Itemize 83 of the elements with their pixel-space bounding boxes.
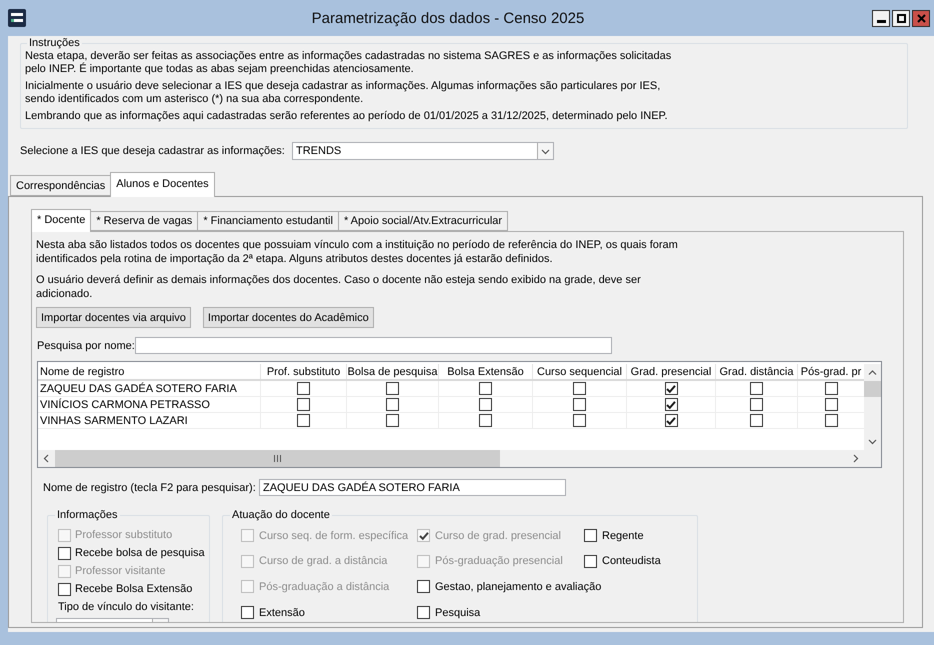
search-field[interactable] — [135, 337, 612, 354]
column-header[interactable]: Bolsa de pesquisa — [347, 364, 439, 379]
instruction-text: Inicialmente o usuário deve selecionar a IES que deseja cadastrar as informações. Algumas informações são particulares por IES, sendo identificados com um asterisco (*) na sua aba correspondente. — [25, 80, 662, 106]
close-button[interactable] — [912, 10, 930, 26]
description-text: O usuário deverá definir as demais informações dos docentes. Caso o docente não esteja sendo exibido na grade, deve ser adicionado. — [36, 273, 642, 301]
tab[interactable]: * Reserva de vagas — [90, 211, 198, 231]
checkbox[interactable] — [297, 382, 310, 395]
checkbox[interactable] — [750, 398, 763, 411]
maximize-button[interactable] — [892, 10, 910, 26]
tab[interactable]: Alunos e Docentes — [110, 172, 215, 197]
checkbox-label: Gestao, planejamento e avaliação — [435, 580, 602, 593]
checkbox-label: Professor visitante — [75, 565, 166, 577]
app-icon — [8, 9, 26, 27]
scrollbar-thumb[interactable] — [864, 381, 881, 397]
checkbox[interactable] — [664, 382, 678, 395]
checkbox[interactable] — [584, 529, 597, 542]
checkbox[interactable] — [573, 398, 586, 411]
dropdown-button[interactable] — [537, 143, 553, 159]
checkbox[interactable] — [664, 414, 678, 427]
checkbox[interactable] — [386, 398, 399, 411]
checkbox[interactable] — [386, 382, 399, 395]
import-button[interactable]: Importar docentes via arquivo — [36, 307, 191, 328]
import-button[interactable]: Importar docentes do Acadêmico — [202, 307, 374, 328]
table-cell: VINHAS SARMENTO LAZARI — [38, 413, 261, 428]
checkbox-label: Pesquisa — [435, 606, 480, 619]
checkbox[interactable] — [573, 414, 586, 427]
minimize-button[interactable] — [872, 10, 890, 26]
text-field[interactable]: ZAQUEU DAS GADÉA SOTERO FARIA — [259, 479, 566, 496]
checkbox[interactable] — [417, 606, 430, 620]
field-label: Tipo de vínculo do visitante: — [58, 601, 195, 614]
checkbox[interactable] — [584, 554, 597, 568]
tab[interactable]: Correspondências — [10, 175, 112, 196]
checkbox[interactable] — [750, 382, 763, 395]
field-label: Selecione a IES que deseja cadastrar as informações: — [20, 145, 285, 157]
checkbox-label: Regente — [602, 530, 644, 542]
window-title: Parametrização dos dados - Censo 2025 — [312, 10, 584, 26]
checkbox-label: Recebe Bolsa Extensão — [75, 583, 192, 595]
minimize-icon — [876, 20, 886, 22]
checkbox[interactable] — [573, 382, 586, 395]
checkbox[interactable] — [479, 398, 492, 411]
check-icon — [418, 530, 428, 541]
checkbox-label: Conteudista — [602, 555, 661, 568]
checkbox-label: Pós-graduação a distância — [259, 580, 390, 593]
field-label: Nome de registro (tecla F2 para pesquisar): — [43, 482, 256, 494]
maximize-icon — [896, 14, 906, 22]
table-cell: VINÍCIOS CARMONA PETRASSO — [38, 397, 261, 412]
checkbox-label: Professor substituto — [75, 529, 172, 541]
checkbox[interactable] — [824, 382, 838, 395]
close-icon — [916, 14, 926, 22]
group-title: Atuação do docente — [231, 508, 331, 522]
checkbox-label: Extensão — [259, 606, 305, 619]
scrollbar-thumb[interactable] — [55, 450, 500, 467]
checkbox[interactable] — [479, 382, 492, 395]
checkbox[interactable] — [479, 414, 492, 427]
table-cell: ZAQUEU DAS GADÉA SOTERO FARIA — [38, 381, 261, 396]
checkbox-label: Curso de grad. a distância — [259, 555, 388, 568]
checkbox[interactable] — [58, 582, 71, 596]
tab[interactable]: * Apoio social/Atv.Extracurricular — [338, 211, 508, 231]
checkbox[interactable] — [241, 606, 254, 620]
description-text: Nesta aba são listados todos os docentes que possuiam vínculo com a instituição no período de referência do INEP, os quais foram identificados pela rotina de importação da 2ª etapa. Alguns atributos destes docentes já estarão definidos. — [36, 238, 679, 266]
group-title: Informações — [56, 508, 119, 522]
instruction-text: Nesta etapa, deverão ser feitas as associações entre as informações cadastradas no sistema SAGRES e as informações solicitadas pelo INEP. É importante que todas as abas sejam preenchidas atenciosamente. — [25, 50, 672, 76]
checkbox[interactable] — [297, 398, 310, 411]
checkbox[interactable] — [297, 414, 310, 427]
checkbox[interactable] — [58, 546, 71, 560]
checkbox[interactable] — [386, 414, 399, 427]
checkbox[interactable] — [664, 398, 678, 411]
group-title: Instruções — [28, 36, 81, 50]
checkbox[interactable] — [824, 398, 838, 411]
field-label: Pesquisa por nome: — [37, 340, 135, 352]
dropdown-field[interactable]: TRENDS — [292, 142, 554, 160]
checkbox-label: Curso seq. de form. específica — [259, 530, 408, 542]
checkbox-label: Pós-graduação presencial — [435, 555, 563, 568]
instruction-text: Lembrando que as informações aqui cadastradas serão referentes ao período de 01/01/2025 a 31/12/2025, determinado pelo INEP. — [25, 110, 669, 123]
checkbox[interactable] — [417, 580, 430, 594]
checkbox-label: Curso de grad. presencial — [435, 530, 561, 542]
tab[interactable]: * Docente — [31, 209, 92, 232]
checkbox-label: Recebe bolsa de pesquisa — [75, 547, 205, 559]
checkbox[interactable] — [824, 414, 838, 427]
tab[interactable]: * Financiamento estudantil — [197, 211, 339, 231]
column-header[interactable]: Nome de registro — [38, 364, 261, 379]
checkbox[interactable] — [750, 414, 763, 427]
grip-icon — [274, 455, 281, 462]
